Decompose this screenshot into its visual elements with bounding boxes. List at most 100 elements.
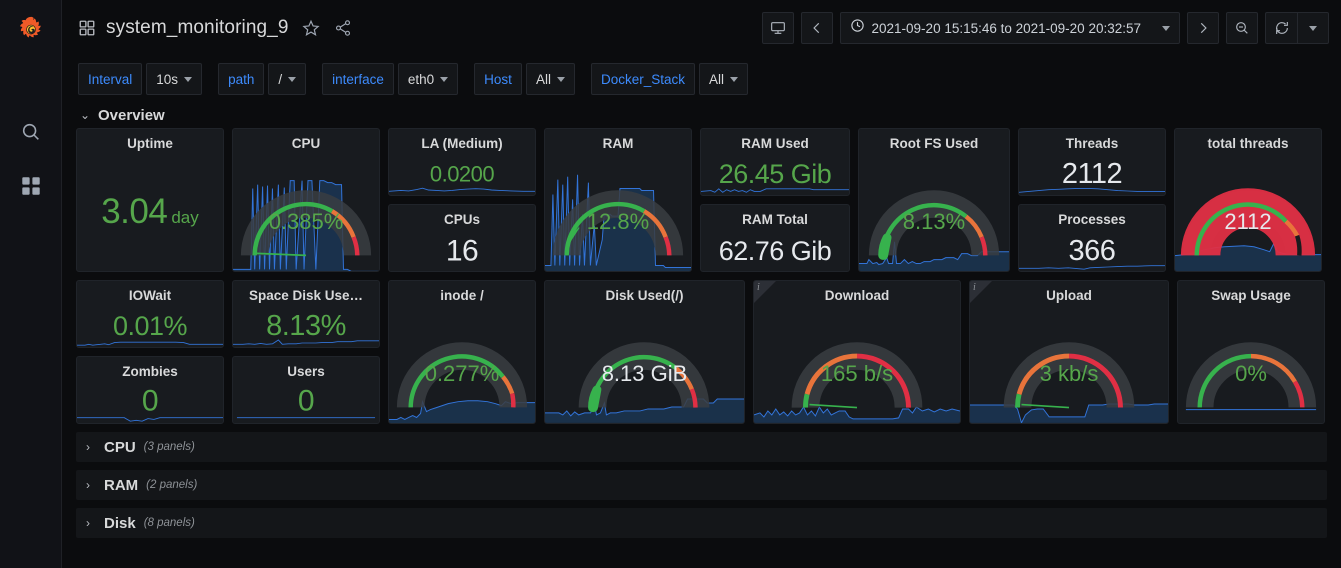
variable-value[interactable]: 10s xyxy=(146,63,203,95)
panel-upload[interactable]: i Upload 3 kb/s xyxy=(969,280,1169,424)
panel-ram-total[interactable]: RAM Total 62.76 Gib xyxy=(700,204,850,272)
stat-unit: day xyxy=(171,207,199,227)
row-header-overview[interactable]: ⌄ Overview xyxy=(76,102,1327,128)
panel-disk-used[interactable]: Disk Used(/) 8.13 GiB xyxy=(544,280,745,424)
stat-number: 3.04 xyxy=(101,191,168,231)
variable-value[interactable]: / xyxy=(268,63,307,95)
variable-label: Interval xyxy=(78,63,143,95)
time-range-picker[interactable]: 2021-09-20 15:15:46 to 2021-09-20 20:32:… xyxy=(839,12,1180,44)
panel-ram-used[interactable]: RAM Used 26.45 Gib xyxy=(700,128,850,196)
variable-host: Host All xyxy=(474,63,575,95)
variable-value[interactable]: All xyxy=(525,63,575,95)
gauge-value: 8.13 GiB xyxy=(601,361,688,386)
star-icon[interactable] xyxy=(302,19,321,37)
panel-title: CPUs xyxy=(443,212,480,227)
panel-title: Swap Usage xyxy=(1211,288,1291,303)
gauge-value: 0% xyxy=(1235,361,1267,386)
dashboard-board: ⌄ Overview Uptime 3.04 day CPU 0.385% LA… xyxy=(62,102,1341,568)
stat-value: 62.76 Gib xyxy=(701,236,849,267)
side-nav-rail xyxy=(0,0,62,568)
refresh-button[interactable] xyxy=(1265,12,1297,44)
dashboard-toolbar: system_monitoring_9 2021-09-20 15:15:46 … xyxy=(62,0,1341,56)
info-icon[interactable]: i xyxy=(973,282,976,293)
stat-body: 8.13% xyxy=(233,304,379,346)
panel-space-disk-used[interactable]: Space Disk Use… 8.13% xyxy=(232,280,380,348)
row-header-ram[interactable]: › RAM (2 panels) xyxy=(76,470,1327,500)
panel-cpu[interactable]: CPU 0.385% xyxy=(232,128,380,272)
panel-stack-space-disk: Space Disk Use… 8.13% Users 0 xyxy=(232,280,380,424)
row-title: RAM xyxy=(104,476,139,494)
time-next-button[interactable] xyxy=(1187,12,1219,44)
variable-docker-stack: Docker_Stack All xyxy=(590,63,749,95)
variable-value-text: / xyxy=(278,71,283,87)
panel-title: RAM Used xyxy=(741,136,809,151)
panel-title: Upload xyxy=(1046,288,1092,303)
panel-threads[interactable]: Threads 2112 xyxy=(1018,128,1166,196)
panel-iowait[interactable]: IOWait 0.01% xyxy=(76,280,224,348)
dashboards-icon[interactable] xyxy=(11,166,51,206)
variable-interface: interface eth0 xyxy=(322,63,459,95)
tv-mode-button[interactable] xyxy=(761,12,794,44)
variable-label: Docker_Stack xyxy=(590,63,695,95)
chevron-down-icon xyxy=(288,76,297,82)
panel-title: Processes xyxy=(1058,212,1126,227)
grafana-logo-icon[interactable] xyxy=(11,10,51,50)
panel-la-medium[interactable]: LA (Medium) 0.0200 xyxy=(388,128,536,196)
panel-swap-usage[interactable]: Swap Usage 0% xyxy=(1177,280,1325,424)
panel-total-threads[interactable]: total threads 2112 xyxy=(1174,128,1322,272)
chevron-down-icon xyxy=(556,76,565,82)
gauge-value: 12.8% xyxy=(586,209,650,234)
row-title: Disk xyxy=(104,514,136,532)
chevron-down-icon: ⌄ xyxy=(80,108,91,122)
row-header-cpu[interactable]: › CPU (3 panels) xyxy=(76,432,1327,462)
chevron-right-icon: › xyxy=(86,478,90,492)
search-icon[interactable] xyxy=(11,112,51,152)
time-prev-button[interactable] xyxy=(800,12,833,44)
gauge-body: 2112 xyxy=(1175,151,1321,271)
gauge-value: 3 kb/s xyxy=(1039,361,1099,386)
gauge-body: 0.277% xyxy=(389,303,535,423)
panel-uptime[interactable]: Uptime 3.04 day xyxy=(76,128,224,272)
gauge-value: 0.277% xyxy=(424,361,500,386)
stat-value: 16 xyxy=(389,234,535,268)
panel-root-fs-used[interactable]: Root FS Used 8.13% xyxy=(858,128,1010,272)
sparkline xyxy=(701,188,849,193)
panel-title: Uptime xyxy=(127,136,173,151)
panel-zombies[interactable]: Zombies 0 xyxy=(76,356,224,424)
clock-icon xyxy=(850,18,865,38)
row-title: CPU xyxy=(104,438,136,456)
page-title[interactable]: system_monitoring_9 xyxy=(106,17,288,39)
row-header-disk[interactable]: › Disk (8 panels) xyxy=(76,508,1327,538)
chevron-right-icon: › xyxy=(86,440,90,454)
panel-title: total threads xyxy=(1207,136,1289,151)
variable-value[interactable]: All xyxy=(699,63,749,95)
panel-title: IOWait xyxy=(128,288,172,303)
variable-value[interactable]: eth0 xyxy=(397,63,459,95)
stat-body: 26.45 Gib xyxy=(701,152,849,194)
panel-download[interactable]: i Download 165 b/s xyxy=(753,280,961,424)
panel-title: Threads xyxy=(1065,136,1119,151)
panel-processes[interactable]: Processes 366 xyxy=(1018,204,1166,272)
sparkline xyxy=(77,341,223,346)
panel-title: inode / xyxy=(440,288,484,303)
panel-title: RAM xyxy=(602,136,634,151)
panel-ram[interactable]: RAM 12.8% xyxy=(544,128,692,272)
refresh-interval-button[interactable] xyxy=(1297,12,1329,44)
panel-cpus[interactable]: CPUs 16 xyxy=(388,204,536,272)
variable-value-text: All xyxy=(709,71,725,87)
zoom-out-button[interactable] xyxy=(1226,12,1258,44)
chevron-down-icon xyxy=(440,76,449,82)
info-icon[interactable]: i xyxy=(757,282,760,293)
panel-stack-la-cpus: LA (Medium) 0.0200 CPUs 16 xyxy=(388,128,536,272)
share-icon[interactable] xyxy=(334,19,352,37)
panel-title: CPU xyxy=(291,136,321,151)
stat-body: 0 xyxy=(77,380,223,422)
panel-inode[interactable]: inode / 0.277% xyxy=(388,280,536,424)
gauge-body: 12.8% xyxy=(545,151,691,271)
panel-row-2: IOWait 0.01% Zombies 0 Space Disk Use… 8… xyxy=(76,280,1327,424)
stat-body: 3.04 day xyxy=(77,152,223,270)
panel-users[interactable]: Users 0 xyxy=(232,356,380,424)
chevron-right-icon: › xyxy=(86,516,90,530)
panel-stack-ram: RAM Used 26.45 Gib RAM Total 62.76 Gib xyxy=(700,128,850,272)
gauge-body: 165 b/s xyxy=(754,303,960,423)
